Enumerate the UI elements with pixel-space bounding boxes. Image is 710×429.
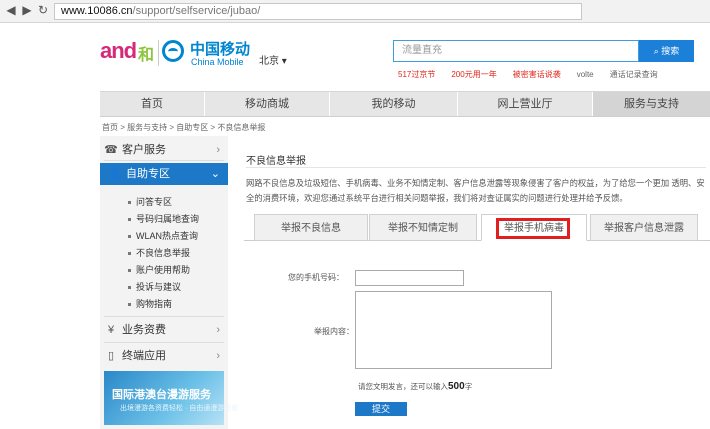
chevron-down-icon: ▾ — [281, 56, 287, 67]
hot-links: 517过京节 200元用一年 被密害话说袭 volte 通话记录查询 — [398, 69, 674, 80]
forward-icon[interactable]: ▶ — [20, 3, 34, 17]
and-logo[interactable]: and — [100, 38, 137, 64]
phone-icon: ▯ — [107, 350, 115, 362]
sidebar-item-label: 业务资费 — [122, 324, 166, 336]
char-count-hint: 请您文明发言，还可以输入500字 — [358, 381, 472, 392]
bullet — [128, 235, 131, 239]
sidebar-subitem-report[interactable]: 不良信息举报 — [128, 246, 190, 259]
divider — [104, 160, 224, 161]
chevron-down-icon: ⌄ — [210, 168, 220, 180]
he-logo: 和 — [138, 47, 155, 64]
sidebar-subitem-wlan[interactable]: WLAN热点查询 — [128, 229, 198, 242]
sidebar-item-terminal-apps[interactable]: ▯ 终端应用 › — [104, 346, 224, 366]
hot-link[interactable]: volte — [577, 70, 594, 79]
nav-item-my-mobile[interactable]: 我的移动 — [330, 92, 458, 116]
city-label: 北京 — [259, 56, 279, 67]
url-host: www.10086.cn — [61, 5, 133, 17]
highlight-box — [496, 218, 570, 239]
nav-item-online-hall[interactable]: 网上营业厅 — [458, 92, 593, 116]
tab-report-bad-info[interactable]: 举报不良信息 — [254, 214, 368, 241]
hint-count: 500 — [448, 381, 465, 392]
main-nav: 首页 移动商城 我的移动 网上营业厅 服务与支持 — [100, 91, 710, 117]
report-content-label: 举报内容： — [314, 327, 354, 336]
search-button-label: 搜索 — [661, 46, 680, 56]
sidebar-item-self-service[interactable]: 👤 自助专区 ⌄ — [100, 163, 228, 185]
hint-prefix: 请您文明发言，还可以输入 — [358, 382, 448, 391]
chevron-right-icon: › — [216, 144, 220, 156]
chevron-right-icon: › — [216, 324, 220, 336]
sidebar-subitem-label: WLAN热点查询 — [136, 231, 199, 241]
title-divider — [246, 167, 706, 168]
tab-report-unknown-subscription[interactable]: 举报不知情定制 — [369, 214, 477, 241]
city-selector[interactable]: 北京 ▾ — [259, 52, 287, 67]
tab-report-info-leak[interactable]: 举报客户信息泄露 — [590, 214, 698, 241]
reload-icon[interactable]: ↻ — [36, 3, 50, 17]
search-icon: ⌕ — [653, 46, 659, 56]
sidebar-subitem-shopping-guide[interactable]: 购物指南 — [128, 297, 172, 310]
url-path: /support/selfservice/jubao/ — [132, 5, 261, 17]
hot-link[interactable]: 200元用一年 — [451, 70, 496, 79]
sidebar-subitem-label: 投诉与建议 — [136, 282, 182, 292]
sidebar-subitem-label: 不良信息举报 — [136, 248, 191, 258]
nav-item-home[interactable]: 首页 — [100, 92, 205, 116]
divider — [104, 316, 224, 317]
hint-suffix: 字 — [464, 382, 473, 391]
chevron-right-icon: › — [216, 350, 220, 362]
nav-item-service-support[interactable]: 服务与支持 — [593, 92, 710, 116]
china-mobile-logo-icon[interactable] — [162, 40, 184, 62]
page-description: 网路不良信息及垃圾短信、手机病毒、业务不知情定制、客户信息泄露等现象侵害了客户的… — [246, 178, 705, 203]
bullet — [128, 269, 131, 273]
user-icon: 👤 — [108, 168, 122, 180]
phone-label: 您的手机号码： — [288, 273, 344, 282]
page-title: 不良信息举报 — [246, 156, 306, 167]
logo-divider — [158, 40, 159, 66]
divider — [104, 342, 224, 343]
coin-icon: ¥ — [107, 324, 115, 336]
sidebar-item-customer-service[interactable]: ☎ 客户服务 › — [104, 140, 224, 160]
sidebar-item-business-fees[interactable]: ¥ 业务资费 › — [104, 320, 224, 340]
brand-name-cn: 中国移动 — [190, 41, 251, 58]
sidebar-subitem-complaints[interactable]: 投诉与建议 — [128, 280, 181, 293]
bullet — [128, 218, 131, 222]
brand-name-en: China Mobile — [191, 57, 244, 67]
phone-number-input[interactable] — [355, 270, 464, 286]
bullet — [128, 303, 131, 307]
address-bar[interactable]: www.10086.cn/support/selfservice/jubao/ — [54, 3, 582, 20]
bullet — [128, 286, 131, 290]
headset-icon: ☎ — [104, 144, 118, 156]
sidebar-subitem-label: 号码归属地查询 — [136, 214, 200, 224]
sidebar-subitem-account-help[interactable]: 账户使用帮助 — [128, 263, 190, 276]
back-icon[interactable]: ◀ — [4, 3, 18, 17]
hot-link[interactable]: 被密害话说袭 — [513, 70, 561, 79]
nav-item-mall[interactable]: 移动商城 — [205, 92, 330, 116]
sidebar-item-label: 自助专区 — [126, 168, 170, 180]
breadcrumb: 首页 > 服务与支持 > 自助专区 > 不良信息举报 — [102, 123, 266, 132]
submit-button[interactable]: 提交 — [355, 402, 407, 416]
banner-title: 国际港澳台漫游服务 — [112, 389, 211, 401]
hot-link[interactable]: 通话记录查询 — [610, 70, 658, 79]
bullet — [128, 252, 131, 256]
banner-subtitle: 出境漫游各资费轻松 · 自由通漫游更省 — [120, 405, 239, 412]
sidebar-subitem-label: 问答专区 — [136, 197, 173, 207]
search-input[interactable]: 流量直充 — [393, 40, 639, 62]
sidebar-subitem-label: 账户使用帮助 — [136, 265, 191, 275]
sidebar-subitem-label: 购物指南 — [136, 299, 173, 309]
bullet — [128, 201, 131, 205]
sidebar-item-label: 终端应用 — [122, 350, 166, 362]
sidebar-subitem-number-location[interactable]: 号码归属地查询 — [128, 212, 199, 225]
hot-link[interactable]: 517过京节 — [398, 70, 435, 79]
report-content-textarea[interactable] — [355, 291, 552, 369]
search-button[interactable]: ⌕ 搜索 — [639, 40, 694, 62]
sidebar-item-label: 客户服务 — [122, 144, 166, 156]
sidebar-subitem-qa[interactable]: 问答专区 — [128, 195, 172, 208]
